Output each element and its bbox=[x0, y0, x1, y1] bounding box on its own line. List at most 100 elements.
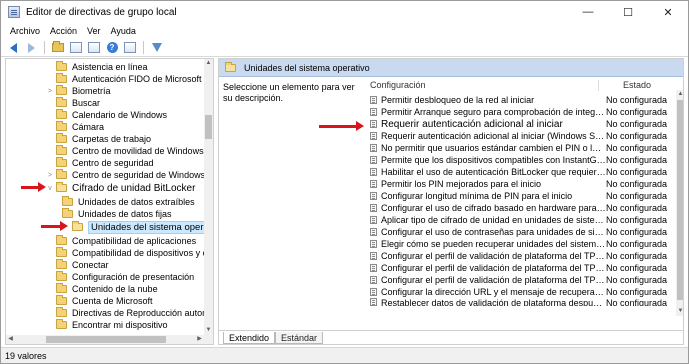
scroll-up-icon[interactable]: ▲ bbox=[204, 59, 213, 68]
policy-setting-icon bbox=[370, 204, 377, 212]
policy-setting-icon bbox=[370, 216, 377, 224]
tree-item[interactable]: Encontrar mi dispositivo bbox=[46, 319, 213, 331]
setting-status: No configurada bbox=[606, 179, 668, 189]
folder-icon bbox=[56, 145, 67, 155]
show-tree-button[interactable] bbox=[68, 40, 84, 55]
folder-open-icon bbox=[72, 221, 83, 231]
setting-name: Requerir autenticación adicional al inic… bbox=[381, 118, 563, 130]
setting-row[interactable]: Configurar longitud mínima de PIN para e… bbox=[368, 190, 683, 202]
properties-button[interactable] bbox=[122, 40, 138, 55]
setting-row[interactable]: Permitir Arranque seguro para comprobaci… bbox=[368, 106, 683, 118]
setting-row-require-auth[interactable]: Requerir autenticación adicional al inic… bbox=[368, 118, 683, 130]
setting-row[interactable]: Configurar el perfil de validación de pl… bbox=[368, 250, 683, 262]
menu-accion[interactable]: Acción bbox=[45, 26, 82, 36]
setting-row[interactable]: No permitir que usuarios estándar cambie… bbox=[368, 142, 683, 154]
forward-button[interactable] bbox=[23, 40, 39, 55]
column-header-configuracion[interactable]: Configuración bbox=[370, 78, 426, 92]
menu-archivo[interactable]: Archivo bbox=[5, 26, 45, 36]
setting-row[interactable]: Configurar el uso de contraseñas para un… bbox=[368, 226, 683, 238]
tree-item-label: Unidades de datos extraíbles bbox=[78, 197, 195, 207]
folder-icon bbox=[62, 208, 73, 218]
tree-expander[interactable]: v bbox=[46, 185, 54, 192]
tree-item[interactable]: Cuenta de Microsoft bbox=[46, 295, 213, 307]
column-header-estado[interactable]: Estado bbox=[623, 78, 651, 92]
tree-item[interactable]: > Biometría bbox=[46, 85, 213, 97]
setting-row[interactable]: Habilitar el uso de autenticación BitLoc… bbox=[368, 166, 683, 178]
scroll-right-icon[interactable]: ▶ bbox=[195, 335, 204, 344]
tree-expander[interactable]: > bbox=[46, 172, 54, 179]
setting-status: No configurada bbox=[606, 215, 668, 225]
filter-button[interactable] bbox=[149, 40, 165, 55]
tree-horizontal-scrollbar[interactable]: ◀ ▶ bbox=[6, 335, 213, 344]
scroll-up-icon[interactable]: ▲ bbox=[676, 90, 683, 99]
setting-row[interactable]: Elegir cómo se pueden recuperar unidades… bbox=[368, 238, 683, 250]
tree-item[interactable]: Conectar bbox=[46, 259, 213, 271]
setting-row[interactable]: Configurar la dirección URL y el mensaje… bbox=[368, 286, 683, 298]
tab-estandar[interactable]: Estándar bbox=[275, 332, 324, 344]
tree-item[interactable]: Asistencia en línea bbox=[46, 61, 213, 73]
scroll-left-icon[interactable]: ◀ bbox=[6, 335, 15, 344]
tree-item[interactable]: Contenido de la nube bbox=[46, 283, 213, 295]
setting-row[interactable]: Configurar el perfil de validación de pl… bbox=[368, 274, 683, 286]
tree-item-label: Cámara bbox=[72, 122, 105, 132]
setting-row[interactable]: Configurar el uso de cifrado basado en h… bbox=[368, 202, 683, 214]
setting-row[interactable]: Permitir los PIN mejorados para el inici… bbox=[368, 178, 683, 190]
policy-setting-icon bbox=[370, 288, 377, 296]
close-button[interactable]: ✕ bbox=[648, 1, 688, 23]
minimize-button[interactable]: — bbox=[568, 1, 608, 23]
menu-ver[interactable]: Ver bbox=[82, 26, 106, 36]
up-folder-button[interactable] bbox=[50, 40, 66, 55]
settings-list[interactable]: Configuración Estado Permitir desbloqueo… bbox=[368, 78, 683, 325]
console-tree-icon bbox=[70, 42, 82, 53]
tree-item[interactable]: Autenticación FIDO de Microsoft bbox=[46, 73, 213, 85]
properties-icon bbox=[124, 42, 136, 53]
tree-vertical-scrollbar[interactable]: ▲ ▼ bbox=[204, 59, 213, 344]
tree-item[interactable]: Calendario de Windows bbox=[46, 109, 213, 121]
tree-item[interactable]: Centro de movilidad de Windows bbox=[46, 145, 213, 157]
setting-row[interactable]: Configurar el perfil de validación de pl… bbox=[368, 262, 683, 274]
setting-name: Permitir los PIN mejorados para el inici… bbox=[381, 179, 542, 189]
scroll-down-icon[interactable]: ▼ bbox=[676, 307, 683, 316]
folder-icon bbox=[56, 247, 67, 257]
setting-row[interactable]: Permitir desbloqueo de la red al iniciar… bbox=[368, 94, 683, 106]
tree-item[interactable]: Directivas de Reproducción automát bbox=[46, 307, 214, 319]
scroll-thumb[interactable] bbox=[46, 336, 166, 343]
tree-item[interactable]: Unidades de datos fijas bbox=[62, 208, 213, 220]
setting-row[interactable]: Restablecer datos de validación de plata… bbox=[368, 298, 683, 306]
tree-item[interactable]: Cámara bbox=[46, 121, 213, 133]
column-divider[interactable] bbox=[598, 80, 599, 91]
tree-item-os-drives[interactable]: Unidades del sistema operativo bbox=[72, 220, 213, 234]
scroll-down-icon[interactable]: ▼ bbox=[204, 326, 213, 335]
scroll-thumb[interactable] bbox=[677, 100, 683, 300]
tree-item[interactable]: Centro de seguridad bbox=[46, 157, 213, 169]
tree-item[interactable]: Unidades de datos extraíbles bbox=[62, 196, 213, 208]
menu-ayuda[interactable]: Ayuda bbox=[106, 26, 141, 36]
tree-item[interactable]: Configuración de presentación bbox=[46, 271, 213, 283]
maximize-button[interactable]: ☐ bbox=[608, 1, 648, 23]
back-button[interactable] bbox=[5, 40, 21, 55]
tree-item[interactable]: Carpetas de trabajo bbox=[46, 133, 213, 145]
folder-icon bbox=[56, 271, 67, 281]
tree-item-label: Directivas de Reproducción automát bbox=[72, 308, 214, 318]
list-vertical-scrollbar[interactable]: ▲ ▼ bbox=[676, 90, 683, 316]
tree-expander[interactable]: > bbox=[46, 88, 54, 95]
tree-item[interactable]: Compatibilidad de aplicaciones bbox=[46, 235, 213, 247]
tree-item[interactable]: > Centro de seguridad de Windows Def bbox=[46, 169, 214, 181]
help-button[interactable]: ? bbox=[104, 40, 120, 55]
tree-item-bitlocker[interactable]: v Cifrado de unidad BitLocker bbox=[46, 182, 213, 194]
export-list-button[interactable] bbox=[86, 40, 102, 55]
tab-extendido[interactable]: Extendido bbox=[223, 332, 276, 344]
setting-row[interactable]: Permite que los dispositivos compatibles… bbox=[368, 154, 683, 166]
setting-row[interactable]: Aplicar tipo de cifrado de unidad en uni… bbox=[368, 214, 683, 226]
setting-row[interactable]: Requerir autenticación adicional al inic… bbox=[368, 130, 683, 142]
tree-item[interactable]: Compatibilidad de dispositivos y co bbox=[46, 247, 213, 259]
gpedit-app-icon bbox=[8, 6, 20, 18]
scroll-thumb[interactable] bbox=[205, 115, 212, 139]
tree-item-label: Centro de seguridad de Windows Def bbox=[72, 170, 214, 180]
policy-setting-icon bbox=[370, 156, 377, 164]
folder-icon bbox=[56, 121, 67, 131]
window-title: Editor de directivas de grupo local bbox=[26, 6, 177, 18]
red-arrow-icon bbox=[319, 121, 364, 131]
tree-item[interactable]: Buscar bbox=[46, 97, 213, 109]
console-tree[interactable]: Asistencia en línea Autenticación FIDO d… bbox=[5, 58, 214, 345]
